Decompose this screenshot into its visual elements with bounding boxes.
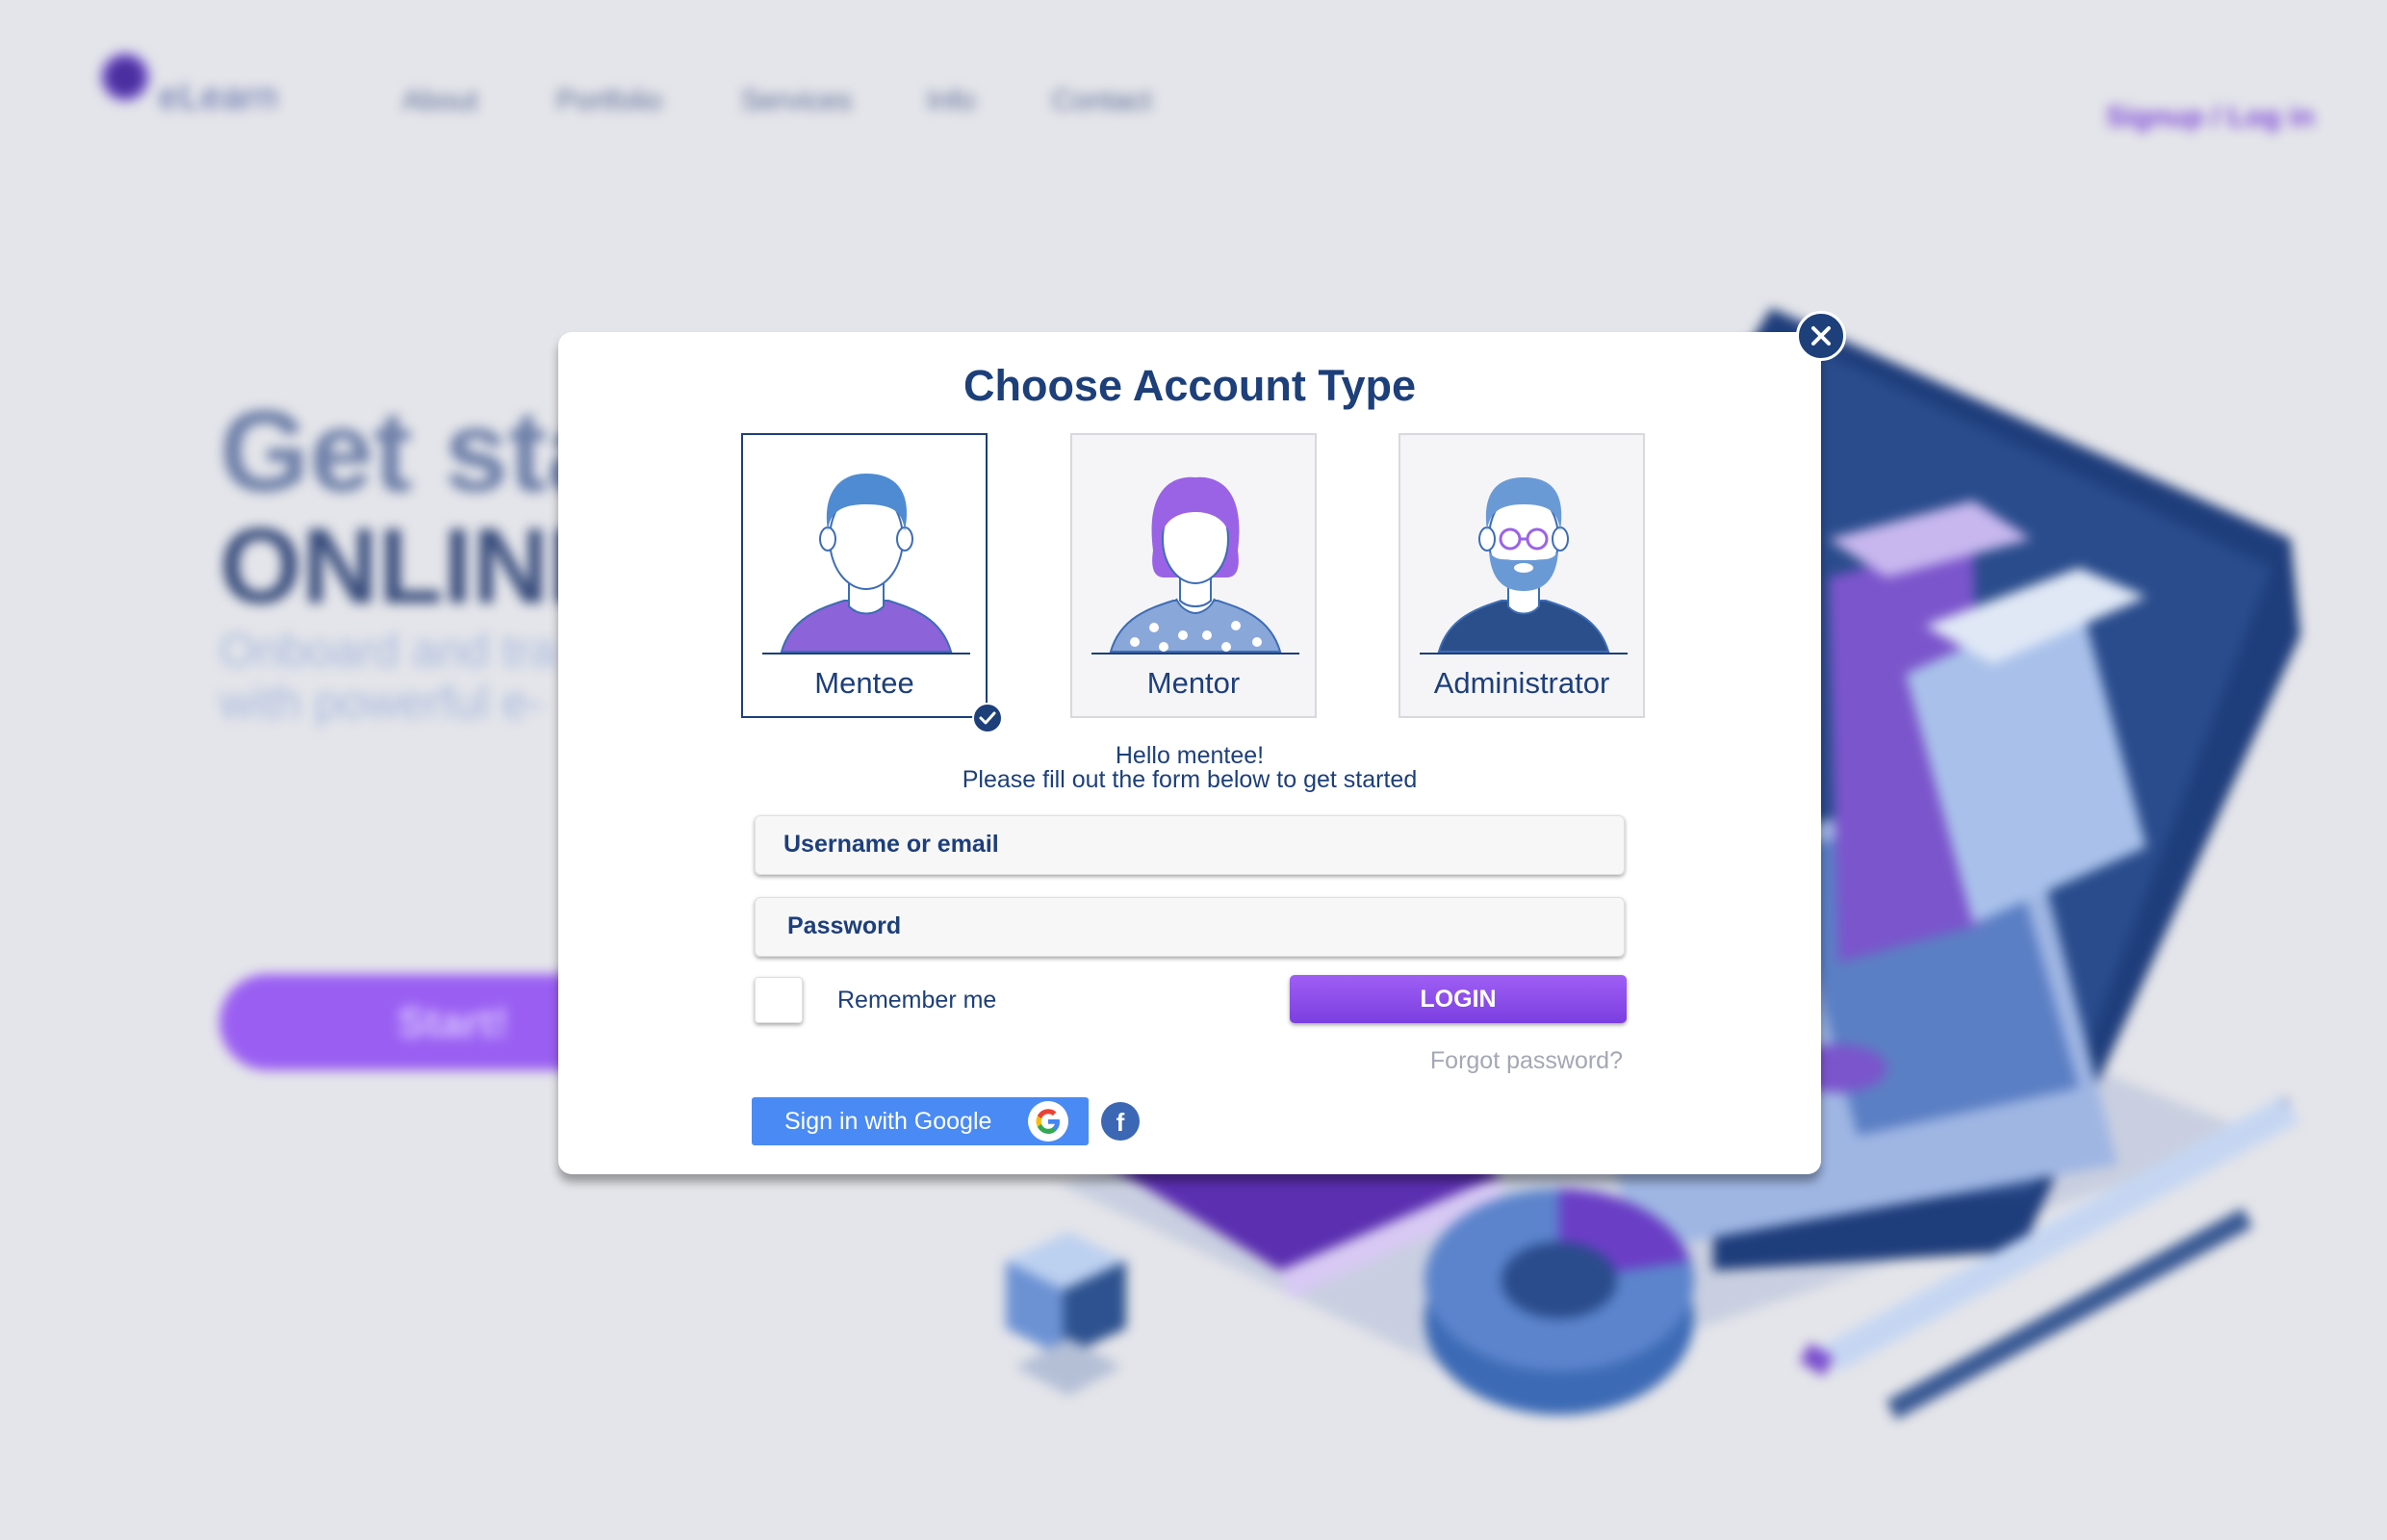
account-card-mentor[interactable]: Mentor: [1070, 433, 1317, 718]
mentee-avatar-icon: [762, 474, 970, 654]
account-type-dialog: Choose Account Type Mentee Mentor Admini…: [558, 332, 1821, 1174]
username-placeholder: Username or email: [783, 831, 999, 858]
close-icon: [1811, 326, 1831, 346]
close-dialog-button[interactable]: [1796, 311, 1846, 361]
remember-me-checkbox[interactable]: [755, 977, 803, 1023]
greeting-line2: Please fill out the form below to get st…: [962, 766, 1418, 793]
login-button[interactable]: LOGIN: [1290, 975, 1627, 1023]
google-signin-button[interactable]: Sign in with Google: [752, 1097, 1089, 1145]
password-field[interactable]: Password: [755, 897, 1625, 957]
google-icon: [1028, 1101, 1068, 1142]
password-placeholder: Password: [787, 912, 902, 939]
remember-me-label: Remember me: [837, 987, 997, 1014]
account-card-label: Mentor: [1146, 666, 1241, 700]
account-card-administrator[interactable]: Administrator: [1399, 433, 1645, 718]
administrator-avatar-icon: [1420, 477, 1628, 654]
account-card-label: Mentee: [814, 666, 914, 700]
facebook-icon[interactable]: f: [1101, 1102, 1140, 1141]
forgot-password-link[interactable]: Forgot password?: [1430, 1047, 1623, 1075]
mentor-avatar-icon: [1091, 476, 1299, 654]
username-field[interactable]: Username or email: [755, 815, 1625, 875]
dialog-title: Choose Account Type: [962, 361, 1417, 410]
selected-check-icon: [972, 703, 1003, 733]
google-signin-label: Sign in with Google: [784, 1108, 992, 1135]
account-card-mentee[interactable]: Mentee: [741, 433, 988, 718]
account-card-label: Administrator: [1433, 666, 1610, 700]
